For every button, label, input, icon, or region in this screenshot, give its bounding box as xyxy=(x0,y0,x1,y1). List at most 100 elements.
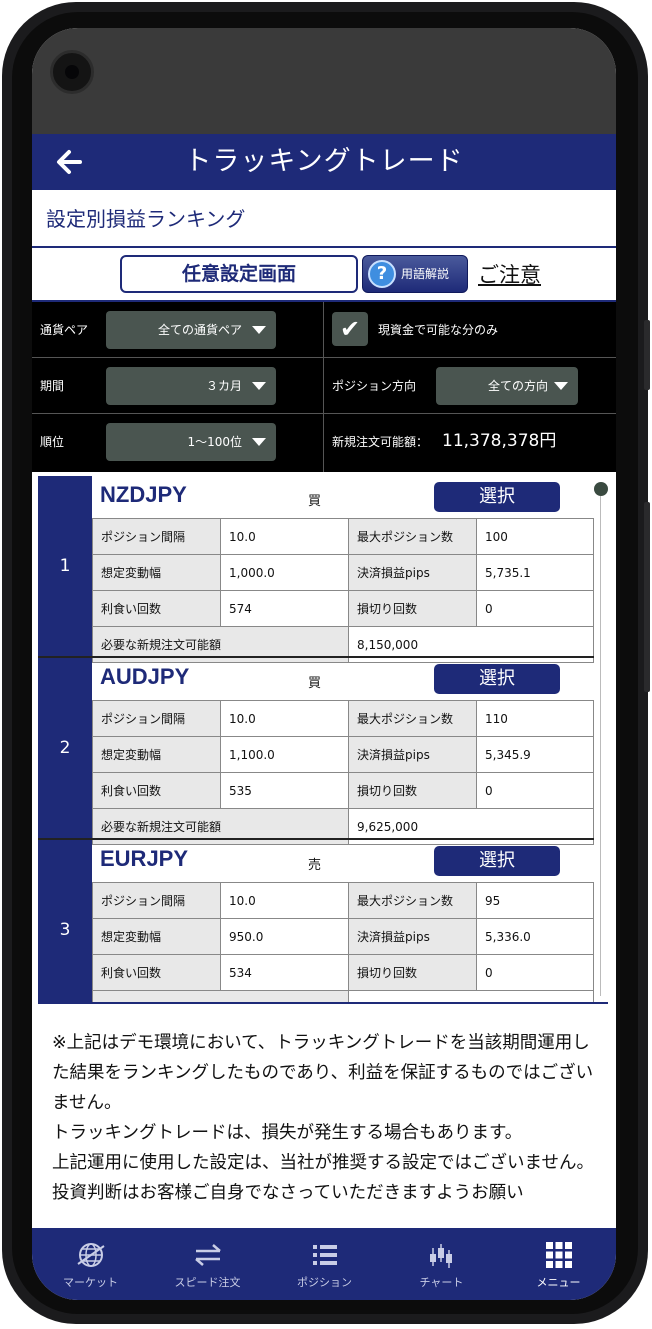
pair-dropdown-value: 全ての通貨ペア xyxy=(157,323,242,337)
position-interval-label: ポジション間隔 xyxy=(92,518,221,555)
pips-label: 決済損益pips xyxy=(348,918,477,955)
disclaimer-text: ※上記はデモ環境において、トラッキングトレードを当該期間運用した結果をランキング… xyxy=(52,1028,604,1228)
section-title: 設定別損益ランキング xyxy=(32,190,616,248)
app-header: トラッキングトレード xyxy=(32,134,616,190)
rank-number: 1 xyxy=(38,476,92,656)
pips-value: 5,336.0 xyxy=(476,918,594,955)
period-dropdown[interactable]: ３カ月 xyxy=(106,367,276,405)
range-label: 想定変動幅 xyxy=(92,918,221,955)
bottom-navigation: マーケット スピード注文 ポジション チャート メニュー xyxy=(32,1228,616,1300)
chevron-down-icon xyxy=(252,438,266,446)
stop-loss-value: 0 xyxy=(476,772,594,809)
stop-loss-label: 損切り回数 xyxy=(348,772,477,809)
direction-label: ポジション方向 xyxy=(332,379,417,393)
ranking-item: 2 AUDJPY 買 選択 ポジション間隔 10.0 最大ポジション数 110 … xyxy=(38,658,594,845)
position-interval-value: 10.0 xyxy=(220,518,349,555)
volume-button xyxy=(644,320,650,390)
camera-icon xyxy=(50,50,94,94)
disclaimer-paragraph: 投資判断はお客様ご自身でなさっていただきますようお願い xyxy=(52,1183,524,1203)
nav-chart[interactable]: チャート xyxy=(383,1228,500,1300)
direction-dropdown[interactable]: 全ての方向 xyxy=(436,367,578,405)
ranking-item: 1 NZDJPY 買 選択 ポジション間隔 10.0 最大ポジション数 100 … xyxy=(38,476,594,663)
link-row: 任意設定画面 ? 用語解説 ご注意 xyxy=(32,249,616,301)
nav-label: メニュー xyxy=(536,1276,581,1289)
disclaimer-paragraph: ※上記はデモ環境において、トラッキングトレードを当該期間運用した結果をランキング… xyxy=(52,1033,594,1113)
caution-link[interactable]: ご注意 xyxy=(478,259,541,289)
cash-only-label: 現資金で可能な分のみ xyxy=(378,323,499,337)
pair-label: 通貨ペア xyxy=(40,323,89,337)
chevron-down-icon xyxy=(554,382,568,390)
ranking-detail-table: ポジション間隔 10.0 最大ポジション数 95 想定変動幅 950.0 決済損… xyxy=(92,882,594,1004)
rank-dropdown[interactable]: 1〜100位 xyxy=(106,423,276,461)
chevron-down-icon xyxy=(252,326,266,334)
rank-label: 順位 xyxy=(40,435,65,449)
stop-loss-label: 損切り回数 xyxy=(348,954,477,991)
range-value: 1,100.0 xyxy=(220,736,349,773)
trade-side: 売 xyxy=(308,858,322,873)
position-interval-value: 10.0 xyxy=(220,882,349,919)
stop-loss-label: 損切り回数 xyxy=(348,590,477,627)
stop-loss-value: 0 xyxy=(476,590,594,627)
range-label: 想定変動幅 xyxy=(92,736,221,773)
candlestick-icon xyxy=(430,1244,452,1268)
filter-period: 期間 ３カ月 xyxy=(32,358,324,414)
chevron-down-icon xyxy=(252,382,266,390)
divider xyxy=(38,1002,608,1004)
ranking-list[interactable]: 1 NZDJPY 買 選択 ポジション間隔 10.0 最大ポジション数 100 … xyxy=(32,472,616,1004)
pair-dropdown[interactable]: 全ての通貨ペア xyxy=(106,311,276,349)
scrollbar-track[interactable] xyxy=(600,496,601,996)
currency-pair: NZDJPY xyxy=(100,482,187,507)
period-label: 期間 xyxy=(40,379,65,393)
select-button[interactable]: 選択 xyxy=(434,664,560,694)
take-profit-value: 574 xyxy=(220,590,349,627)
status-bar xyxy=(32,28,616,134)
pips-value: 5,345.9 xyxy=(476,736,594,773)
custom-settings-button[interactable]: 任意設定画面 xyxy=(120,255,358,293)
nav-menu[interactable]: メニュー xyxy=(500,1228,616,1300)
max-positions-value: 100 xyxy=(476,518,594,555)
available-label: 新規注文可能額： xyxy=(332,435,429,449)
power-button xyxy=(644,502,650,692)
direction-dropdown-value: 全ての方向 xyxy=(487,379,548,393)
grid-icon xyxy=(546,1242,572,1268)
pips-label: 決済損益pips xyxy=(348,736,477,773)
range-value: 1,000.0 xyxy=(220,554,349,591)
select-button[interactable]: 選択 xyxy=(434,482,560,512)
max-positions-label: 最大ポジション数 xyxy=(348,518,477,555)
range-label: 想定変動幅 xyxy=(92,554,221,591)
period-dropdown-value: ３カ月 xyxy=(205,379,242,393)
nav-speed-order[interactable]: スピード注文 xyxy=(149,1228,266,1300)
take-profit-label: 利食い回数 xyxy=(92,954,221,991)
back-arrow-icon[interactable] xyxy=(50,142,90,182)
stop-loss-value: 0 xyxy=(476,954,594,991)
max-positions-value: 110 xyxy=(476,700,594,737)
take-profit-label: 利食い回数 xyxy=(92,590,221,627)
rank-number: 2 xyxy=(38,658,92,838)
ranking-item: 3 EURJPY 売 選択 ポジション間隔 10.0 最大ポジション数 95 想… xyxy=(38,840,594,1004)
filter-cash-only: ✔ 現資金で可能な分のみ xyxy=(324,302,616,358)
max-positions-label: 最大ポジション数 xyxy=(348,700,477,737)
trade-side: 買 xyxy=(308,494,322,509)
pips-value: 5,735.1 xyxy=(476,554,594,591)
nav-market[interactable]: マーケット xyxy=(32,1228,149,1300)
take-profit-value: 535 xyxy=(220,772,349,809)
filter-direction: ポジション方向 全ての方向 xyxy=(324,358,616,414)
cash-only-checkbox[interactable]: ✔ xyxy=(332,312,368,346)
nav-label: スピード注文 xyxy=(174,1276,241,1289)
range-value: 950.0 xyxy=(220,918,349,955)
take-profit-value: 534 xyxy=(220,954,349,991)
filter-pair: 通貨ペア 全ての通貨ペア xyxy=(32,302,324,358)
arrows-icon xyxy=(195,1244,221,1266)
ranking-detail-table: ポジション間隔 10.0 最大ポジション数 100 想定変動幅 1,000.0 … xyxy=(92,518,594,663)
nav-position[interactable]: ポジション xyxy=(266,1228,383,1300)
currency-pair: AUDJPY xyxy=(100,664,190,689)
select-button[interactable]: 選択 xyxy=(434,846,560,876)
filter-rank: 順位 1〜100位 xyxy=(32,414,324,472)
question-icon: ? xyxy=(368,260,396,288)
position-interval-label: ポジション間隔 xyxy=(92,882,221,919)
trade-side: 買 xyxy=(308,676,322,691)
scrollbar-thumb[interactable] xyxy=(594,482,608,496)
take-profit-label: 利食い回数 xyxy=(92,772,221,809)
glossary-button[interactable]: ? 用語解説 xyxy=(362,255,468,293)
rank-number: 3 xyxy=(38,840,92,1004)
